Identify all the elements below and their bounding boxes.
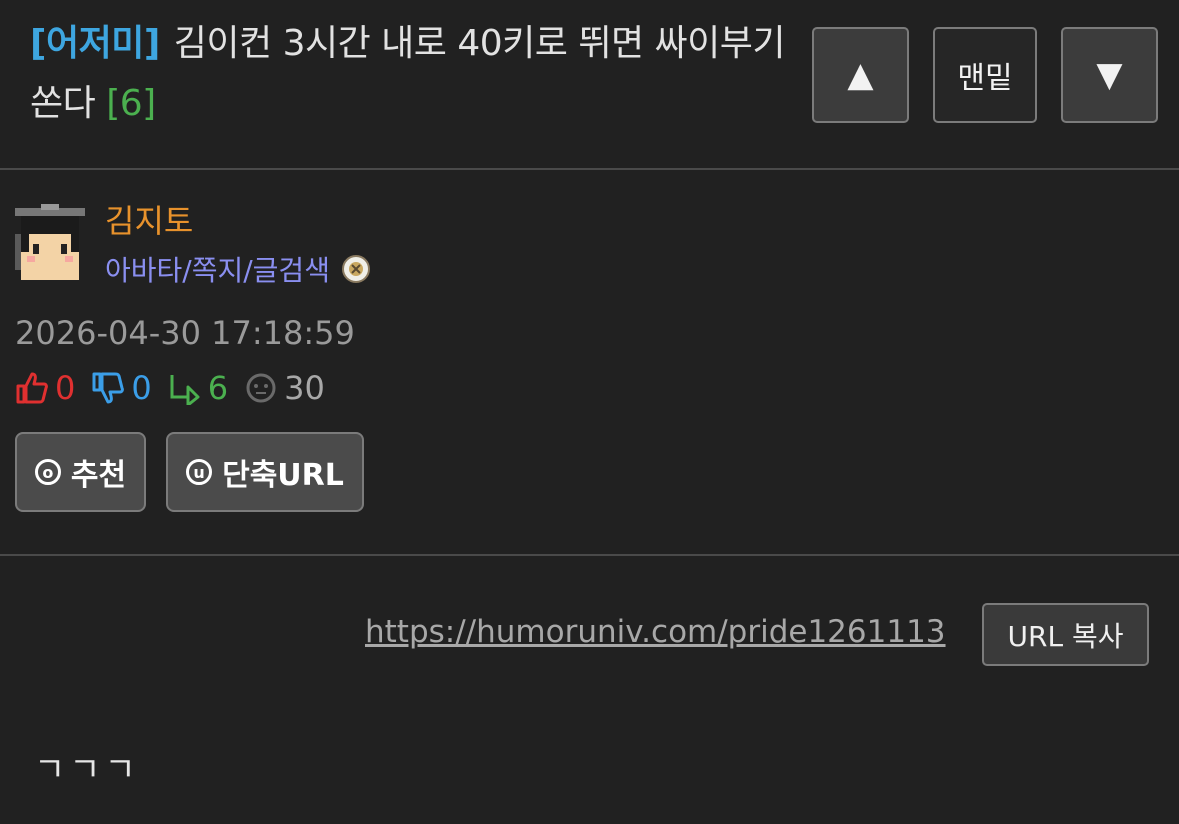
view-count: 30 [284,369,325,407]
post-header: [어저미] 김이컨 3시간 내로 40키로 뛰면 싸이부기 쏜다 [6] ▲ 맨밑… [0,0,1179,170]
comment-count[interactable]: [6] [106,83,156,124]
post-stats: 0 0 6 30 [15,366,341,410]
post-category[interactable]: [어저미] [30,23,160,64]
medal-icon [341,255,370,283]
reply-count: 6 [207,369,229,407]
go-bottom-button[interactable]: 맨밑 [933,27,1037,123]
prev-post-button[interactable]: ▲ [812,27,909,123]
divider [0,168,1179,170]
recommend-count: 0 [55,369,76,407]
thumbs-down-icon [92,372,125,404]
reply-stat: 6 [168,369,228,407]
thumbs-up-icon [16,372,48,404]
post-title: [어저미] 김이컨 3시간 내로 40키로 뛰면 싸이부기 쏜다 [6] [30,14,790,134]
view-icon [246,373,276,403]
copy-url-button[interactable]: URL 복사 [982,603,1149,666]
divider [0,554,1179,556]
next-post-button[interactable]: ▼ [1061,27,1158,123]
recommend-stat: 0 [15,369,75,407]
short-url-button-label: 단축URL [222,458,344,493]
short-url-circle-icon: u [186,459,213,485]
oppose-count: 0 [131,369,152,407]
short-url-button[interactable]: u 단축URL [166,432,364,512]
oppose-stat: 0 [91,369,152,407]
author-links: 아바타/쪽지/글검색 [105,249,370,289]
recommend-button-label: 추천 [70,458,127,493]
recommend-circle-icon: o [34,459,61,485]
recommend-button[interactable]: o 추천 [15,432,146,512]
post-date: 2026-04-30 17:18:59 [15,314,355,352]
post-url-link[interactable]: https://humoruniv.com/pride1261113 [365,614,946,650]
reply-icon [170,375,200,405]
avatar-icon[interactable] [15,204,85,280]
post-body: ㄱㄱㄱ [34,750,140,790]
view-stat: 30 [244,369,325,407]
author-nickname[interactable]: 김지토 [105,196,193,242]
author-links-text[interactable]: 아바타/쪽지/글검색 [105,249,330,289]
